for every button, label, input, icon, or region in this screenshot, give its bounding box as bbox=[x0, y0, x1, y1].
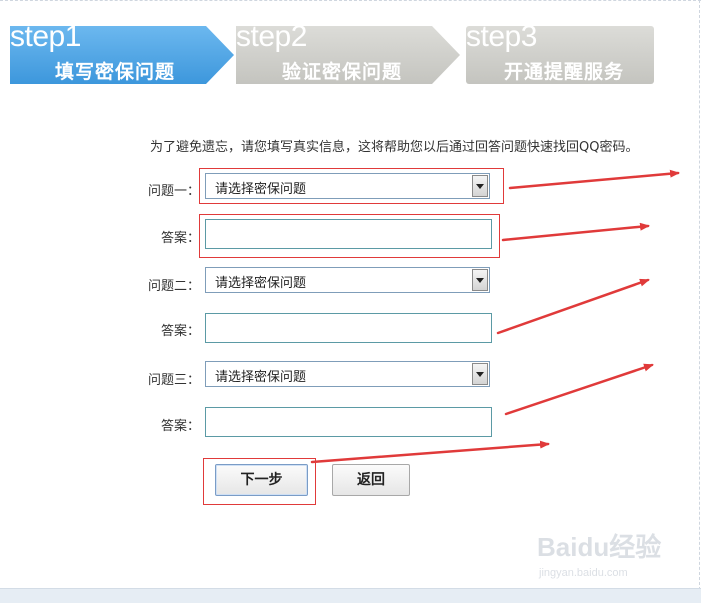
watermark-url: jingyan.baidu.com bbox=[539, 567, 628, 579]
watermark-text: Baidu经验 bbox=[537, 532, 662, 562]
arrow-answer-3 bbox=[504, 363, 654, 416]
annotation-arrows bbox=[310, 169, 680, 464]
baidu-jingyan-watermark: Baidu经验 jingyan.baidu.com bbox=[533, 523, 673, 583]
arrow-question-1 bbox=[508, 169, 680, 190]
arrow-answer-2 bbox=[496, 278, 650, 335]
arrow-answer-1 bbox=[501, 222, 650, 242]
page-footer-bar bbox=[0, 588, 701, 603]
arrow-next-button bbox=[310, 440, 550, 464]
